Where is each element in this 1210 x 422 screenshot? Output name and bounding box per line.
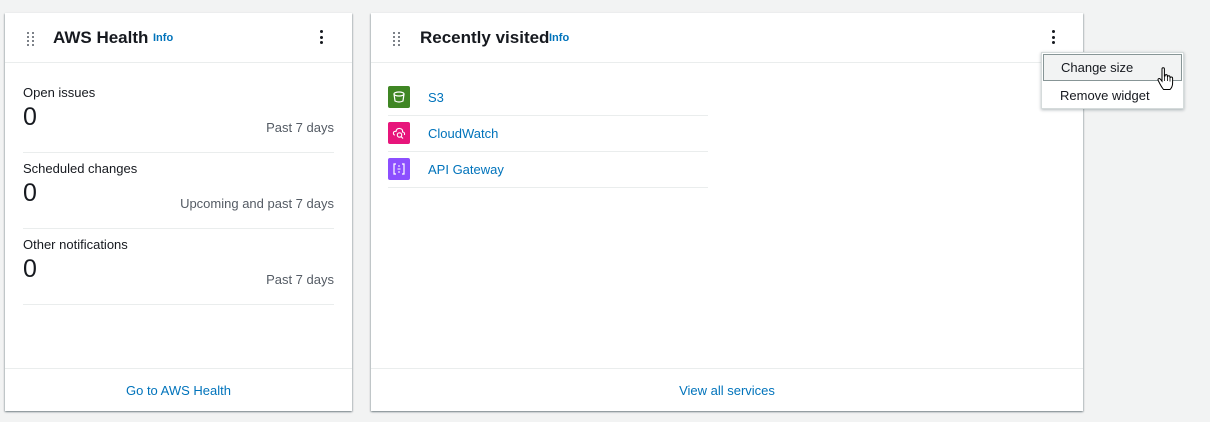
metric-label: Other notifications [23, 237, 128, 252]
drag-handle-icon[interactable] [27, 32, 35, 46]
metric-period: Past 7 days [266, 120, 334, 135]
go-to-aws-health-link[interactable]: Go to AWS Health [5, 368, 352, 411]
info-link[interactable]: Info [549, 32, 569, 44]
metric-value: 0 [23, 255, 37, 283]
widget-title: Recently visited [420, 28, 550, 47]
metric-label: Open issues [23, 85, 96, 100]
more-options-icon[interactable] [1051, 30, 1055, 44]
widget-header: AWS Health Info [5, 13, 352, 63]
api-gateway-icon[interactable] [388, 158, 410, 180]
metric-value: 0 [23, 179, 37, 207]
view-all-services-link[interactable]: View all services [371, 368, 1083, 411]
more-options-icon[interactable] [319, 30, 323, 44]
drag-handle-icon[interactable] [393, 32, 401, 46]
hand-cursor-icon [1157, 67, 1174, 90]
metric-value: 0 [23, 103, 37, 131]
metric-other-notifications: Other notifications 0 Past 7 days [23, 228, 334, 305]
service-link-cloudwatch[interactable]: CloudWatch [428, 126, 498, 141]
widget-title: AWS Health [53, 28, 149, 47]
list-item: S3 [388, 79, 708, 116]
metric-period: Past 7 days [266, 272, 334, 287]
metric-open-issues: Open issues 0 Past 7 days [23, 76, 334, 153]
list-item: CloudWatch [388, 115, 708, 152]
aws-health-widget: AWS Health Info Open issues 0 Past 7 day… [5, 13, 352, 411]
list-item: API Gateway [388, 151, 708, 188]
info-link[interactable]: Info [153, 32, 173, 44]
recently-visited-widget: Recently visited Info S3 CloudWatch API … [371, 13, 1083, 411]
cloudwatch-icon[interactable] [388, 122, 410, 144]
widget-header: Recently visited Info [371, 13, 1083, 63]
metric-scheduled-changes: Scheduled changes 0 Upcoming and past 7 … [23, 152, 334, 229]
metric-label: Scheduled changes [23, 161, 138, 176]
service-link-api-gateway[interactable]: API Gateway [428, 162, 504, 177]
s3-icon[interactable] [388, 86, 410, 108]
service-link-s3[interactable]: S3 [428, 90, 444, 105]
metric-period: Upcoming and past 7 days [180, 196, 334, 211]
